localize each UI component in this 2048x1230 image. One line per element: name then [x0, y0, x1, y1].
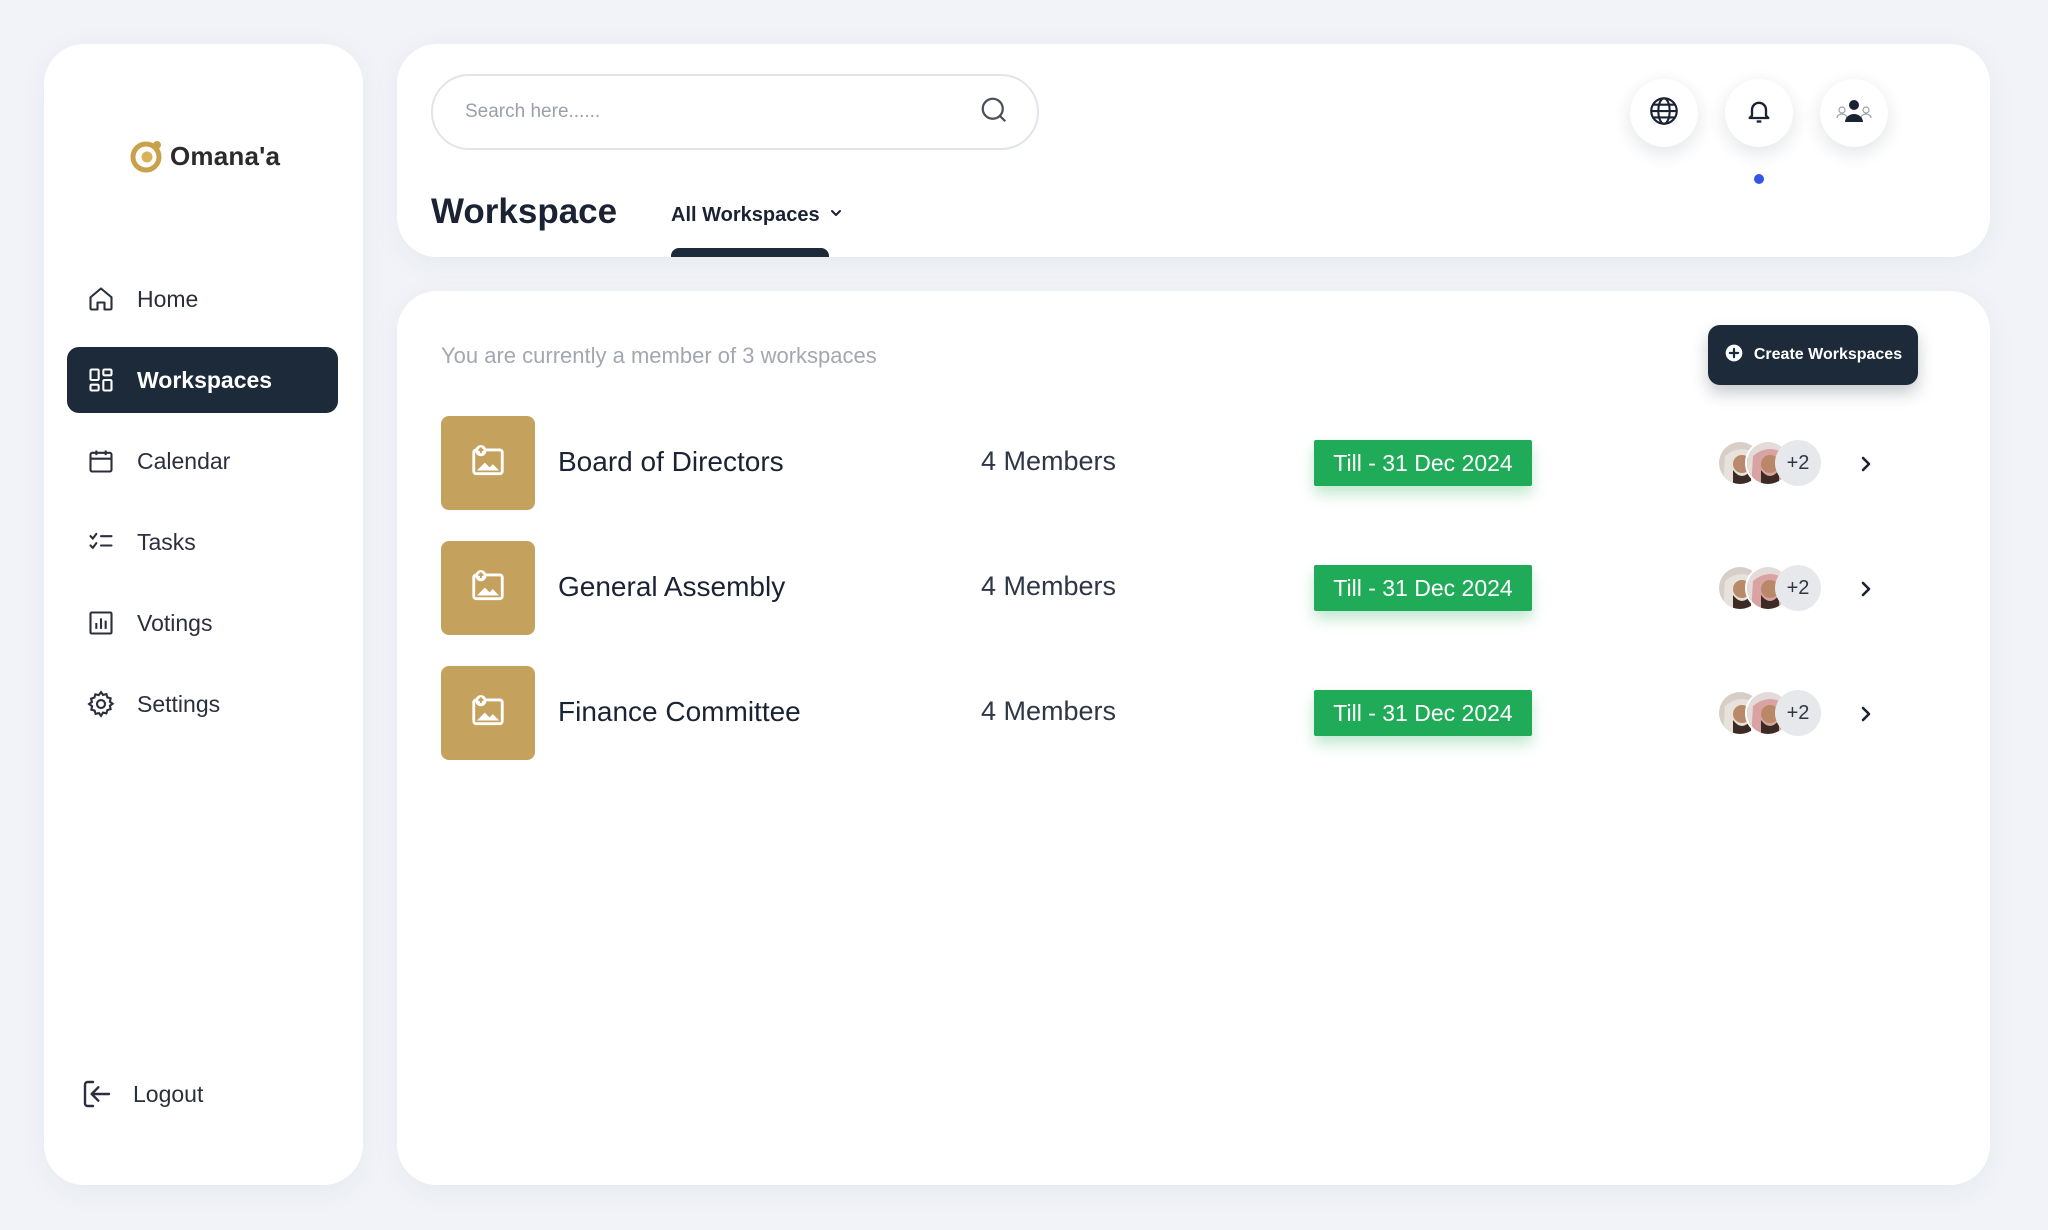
workspace-row-general-assembly[interactable]: General Assembly 4 Members Till - 31 Dec…: [441, 541, 1901, 666]
logout-icon: [81, 1078, 113, 1110]
globe-icon: [1647, 94, 1681, 133]
search-input[interactable]: [465, 101, 925, 123]
header-actions: [1630, 79, 1888, 184]
member-avatars: +2: [1717, 690, 1827, 736]
workspace-image-placeholder: [441, 541, 535, 635]
top-bar: Workspace All Workspaces: [397, 44, 1990, 257]
member-avatars: +2: [1717, 440, 1827, 486]
app-logo[interactable]: Omana'a: [130, 138, 280, 174]
workspace-member-count: 4 Members: [981, 446, 1117, 476]
image-upload-icon: [469, 692, 507, 735]
filter-label: All Workspaces: [671, 204, 820, 226]
logout-label: Logout: [133, 1080, 204, 1107]
workspace-list: Board of Directors 4 Members Till - 31 D…: [441, 416, 1901, 791]
sidebar-item-label: Calendar: [137, 447, 231, 474]
workspace-name: Board of Directors: [558, 446, 784, 477]
notification-dot: [1754, 174, 1764, 184]
workspace-panel: You are currently a member of 3 workspac…: [397, 291, 1990, 1185]
profile-button[interactable]: [1820, 79, 1888, 147]
search-icon[interactable]: [979, 95, 1009, 130]
sidebar-item-label: Home: [137, 285, 199, 312]
sidebar-item-label: Settings: [137, 690, 221, 717]
sidebar-item-calendar[interactable]: Calendar: [67, 428, 338, 494]
active-tab-indicator: [671, 248, 829, 257]
image-upload-icon: [469, 567, 507, 610]
sidebar: Omana'a Home Workspaces Calendar Tasks V…: [44, 44, 363, 1185]
workspace-expiry-badge: Till - 31 Dec 2024: [1314, 690, 1532, 736]
omanaa-logo-icon: [130, 139, 164, 173]
member-avatars: +2: [1717, 565, 1827, 611]
sidebar-item-votings[interactable]: Votings: [67, 590, 338, 656]
workspace-image-placeholder: [441, 666, 535, 760]
logout-button[interactable]: Logout: [81, 1064, 203, 1124]
image-upload-icon: [469, 442, 507, 485]
page-title: Workspace: [431, 192, 618, 231]
home-icon: [85, 283, 117, 315]
chevron-right-icon[interactable]: [1854, 449, 1878, 479]
plus-circle-icon: [1724, 343, 1744, 368]
workspace-expiry-badge: Till - 31 Dec 2024: [1314, 440, 1532, 486]
sidebar-item-settings[interactable]: Settings: [67, 671, 338, 737]
create-workspace-button[interactable]: Create Workspaces: [1708, 325, 1918, 385]
gear-icon: [85, 688, 117, 720]
search-box: [431, 74, 1039, 150]
sidebar-item-home[interactable]: Home: [67, 266, 338, 332]
sidebar-item-workspaces[interactable]: Workspaces: [67, 347, 338, 413]
checklist-icon: [85, 526, 117, 558]
notifications-button[interactable]: [1725, 79, 1793, 184]
membership-summary: You are currently a member of 3 workspac…: [441, 343, 877, 368]
sidebar-nav: Home Workspaces Calendar Tasks Votings S…: [67, 266, 338, 752]
workspace-image-placeholder: [441, 416, 535, 510]
sidebar-item-tasks[interactable]: Tasks: [67, 509, 338, 575]
user-group-icon: [1835, 96, 1873, 131]
grid-icon: [85, 364, 117, 396]
workspace-member-count: 4 Members: [981, 696, 1117, 726]
chevron-right-icon[interactable]: [1854, 699, 1878, 729]
workspace-name: General Assembly: [558, 571, 786, 602]
calendar-icon: [85, 445, 117, 477]
sidebar-item-label: Tasks: [137, 528, 196, 555]
sidebar-item-label: Votings: [137, 609, 213, 636]
chevron-down-icon: [828, 204, 844, 227]
workspace-member-count: 4 Members: [981, 571, 1117, 601]
workspace-expiry-badge: Till - 31 Dec 2024: [1314, 565, 1532, 611]
more-members-count: +2: [1775, 690, 1821, 736]
workspace-row-board-of-directors[interactable]: Board of Directors 4 Members Till - 31 D…: [441, 416, 1901, 541]
app-name: Omana'a: [170, 140, 281, 171]
more-members-count: +2: [1775, 440, 1821, 486]
bell-icon: [1745, 96, 1773, 131]
workspace-name: Finance Committee: [558, 696, 801, 727]
workspace-filter-dropdown[interactable]: All Workspaces: [671, 204, 844, 227]
language-button[interactable]: [1630, 79, 1698, 147]
bar-chart-icon: [85, 607, 117, 639]
sidebar-item-label: Workspaces: [137, 366, 273, 393]
create-workspace-label: Create Workspaces: [1753, 346, 1903, 363]
workspace-row-finance-committee[interactable]: Finance Committee 4 Members Till - 31 De…: [441, 666, 1901, 791]
more-members-count: +2: [1775, 565, 1821, 611]
chevron-right-icon[interactable]: [1854, 574, 1878, 604]
